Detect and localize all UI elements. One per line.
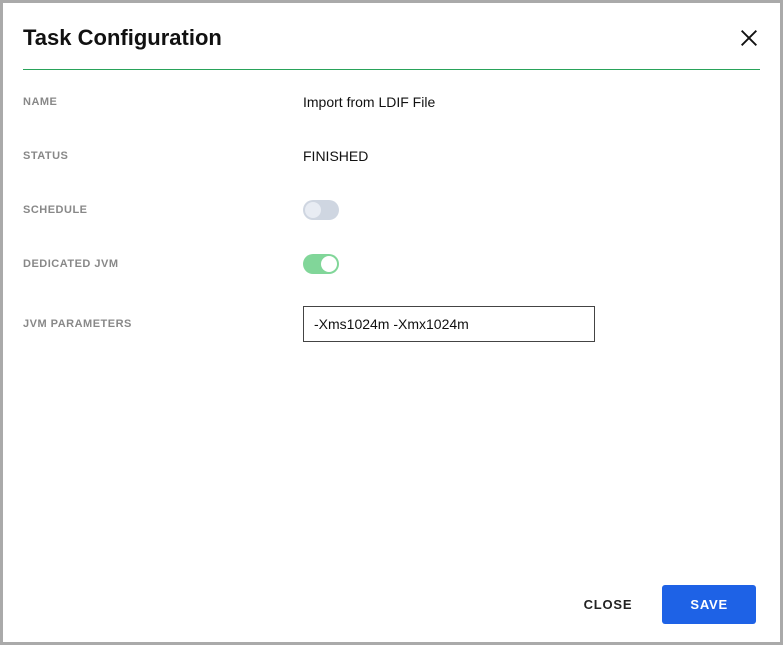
toggle-knob (305, 202, 321, 218)
dialog-footer: CLOSE SAVE (3, 567, 780, 642)
label-dedicated-jvm: DEDICATED JVM (23, 258, 303, 270)
close-icon[interactable] (738, 27, 760, 49)
row-name: NAME Import from LDIF File (23, 90, 760, 114)
label-status: STATUS (23, 150, 303, 162)
dialog-content: NAME Import from LDIF File STATUS FINISH… (3, 70, 780, 567)
dialog-header: Task Configuration (3, 3, 780, 69)
close-button[interactable]: CLOSE (578, 587, 639, 622)
toggle-knob (321, 256, 337, 272)
label-name: NAME (23, 96, 303, 108)
row-status: STATUS FINISHED (23, 144, 760, 168)
dialog-title: Task Configuration (23, 25, 222, 51)
row-jvm-parameters: JVM PARAMETERS (23, 306, 760, 342)
row-dedicated-jvm: DEDICATED JVM (23, 252, 760, 276)
value-name: Import from LDIF File (303, 94, 435, 110)
toggle-schedule[interactable] (303, 200, 339, 220)
value-status: FINISHED (303, 148, 368, 164)
row-schedule: SCHEDULE (23, 198, 760, 222)
label-jvm-parameters: JVM PARAMETERS (23, 318, 303, 330)
jvm-parameters-input[interactable] (303, 306, 595, 342)
save-button[interactable]: SAVE (662, 585, 756, 624)
task-config-dialog: Task Configuration NAME Import from LDIF… (3, 3, 780, 642)
toggle-dedicated-jvm[interactable] (303, 254, 339, 274)
label-schedule: SCHEDULE (23, 204, 303, 216)
